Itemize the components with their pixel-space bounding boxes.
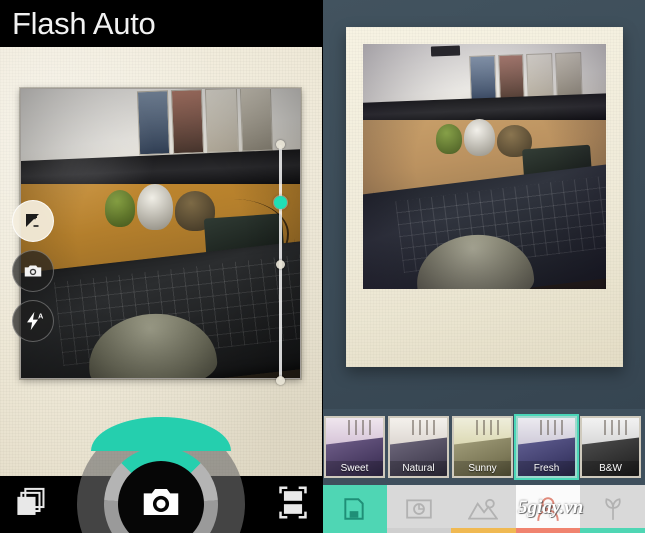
editor-tab-bar [322, 485, 645, 533]
filter-label: Sweet [326, 461, 383, 476]
tab-portrait[interactable] [515, 485, 581, 533]
polaroid-photo [363, 44, 606, 289]
zoom-slider-tick-bottom [276, 376, 285, 385]
zoom-slider[interactable] [274, 140, 288, 385]
viewfinder-scene [21, 89, 300, 378]
frame-mode-button[interactable] [278, 485, 308, 524]
exposure-compensation-icon [22, 210, 44, 232]
zoom-slider-knob[interactable] [274, 196, 287, 209]
filter-item-sunny[interactable]: Sunny [452, 416, 513, 478]
editor-canvas [322, 0, 645, 409]
tab-underline [451, 528, 516, 533]
filter-item-natural[interactable]: Natural [388, 416, 449, 478]
camera-icon [138, 479, 184, 530]
filter-item-fresh[interactable]: Fresh [516, 416, 577, 478]
camera-frame-icon [405, 496, 433, 522]
flash-button[interactable]: A [12, 300, 54, 342]
filter-item-sweet[interactable]: Sweet [324, 416, 385, 478]
app-screenshot: A Flash Auto Sweet Natural Sunny Fresh B… [0, 0, 645, 533]
filter-item-bw[interactable]: B&W [580, 416, 641, 478]
camera-viewfinder[interactable] [20, 88, 301, 379]
tab-underline [580, 528, 645, 533]
gallery-button[interactable] [14, 485, 48, 524]
filter-label: Natural [390, 461, 447, 476]
capture-title-bar: Flash Auto [0, 0, 322, 47]
crop-frame-icon [278, 486, 308, 523]
filter-label: Sunny [454, 461, 511, 476]
page-title: Flash Auto [12, 6, 156, 41]
filter-strip[interactable]: Sweet Natural Sunny Fresh B&W [322, 409, 645, 485]
layers-gallery-icon [14, 487, 48, 523]
tab-scene[interactable] [451, 485, 516, 533]
tab-camera[interactable] [386, 485, 452, 533]
photo-editor-panel: Sweet Natural Sunny Fresh B&W 5giay.vn [322, 0, 645, 533]
photo-taskbar [430, 45, 461, 57]
scene-screen-thumbnails [137, 89, 274, 155]
camera-controls-column: A [12, 200, 54, 342]
panel-divider [322, 0, 323, 533]
save-sdcard-icon [341, 496, 367, 522]
tab-effects[interactable] [580, 485, 645, 533]
tab-save[interactable] [322, 485, 387, 533]
polaroid-frame[interactable] [346, 27, 623, 367]
svg-text:A: A [38, 311, 44, 320]
camera-switch-icon [22, 260, 44, 282]
tab-underline [386, 528, 452, 533]
shutter-dial[interactable] [77, 417, 245, 533]
tab-underline [322, 528, 387, 533]
shutter-dial-progress-arc [91, 417, 231, 451]
person-icon [536, 496, 560, 522]
filter-label: Fresh [518, 461, 575, 476]
tab-underline [515, 528, 581, 533]
flash-auto-icon: A [22, 310, 44, 332]
filter-label: B&W [582, 461, 639, 476]
exposure-button[interactable] [12, 200, 54, 242]
zoom-slider-tick-top [276, 140, 285, 149]
landscape-icon [468, 497, 499, 521]
flower-icon [601, 496, 625, 522]
switch-camera-button[interactable] [12, 250, 54, 292]
zoom-slider-tick-mid [276, 260, 285, 269]
camera-capture-panel: A Flash Auto [0, 0, 322, 533]
